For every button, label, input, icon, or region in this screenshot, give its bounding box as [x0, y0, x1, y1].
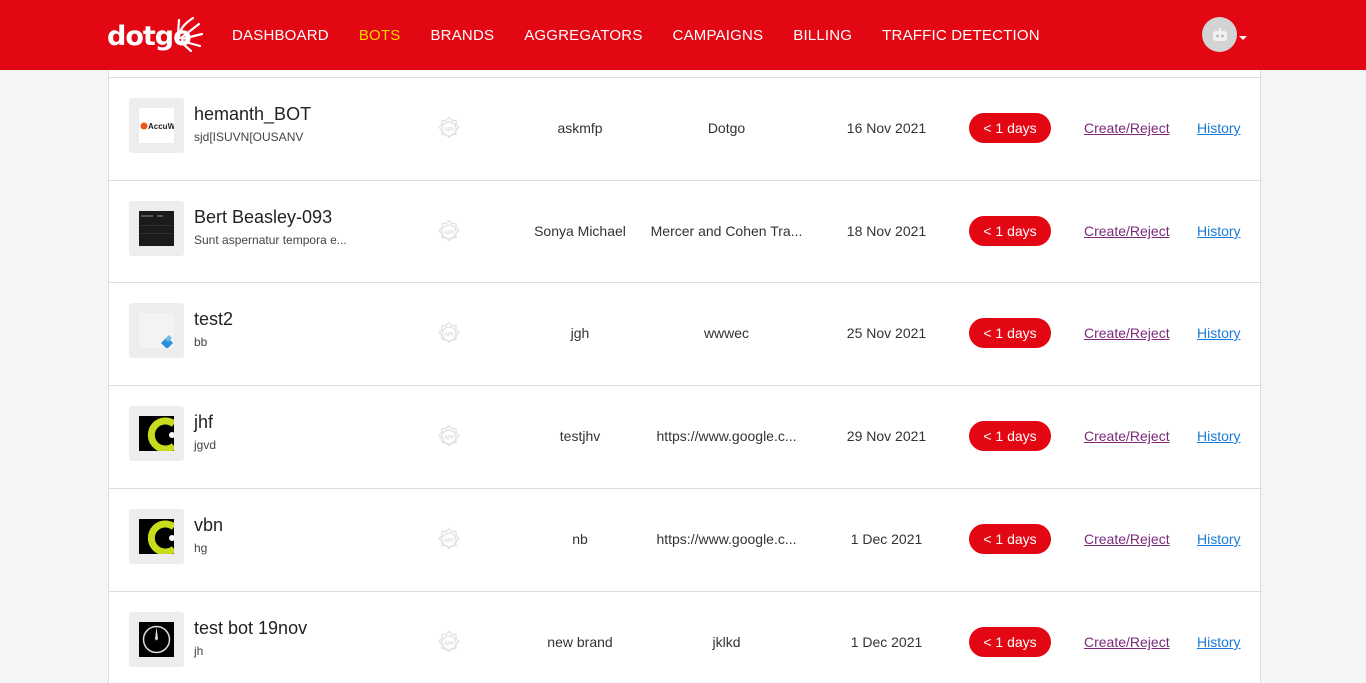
aggregator-cell: jklkd: [712, 634, 741, 650]
age-badge: < 1 days: [969, 524, 1051, 554]
date-cell: 1 Dec 2021: [850, 531, 923, 547]
api-gear-icon[interactable]: API: [434, 422, 464, 452]
bots-list: AccuW hemanth_BOT sjd[ISUVN[OUSANV API a…: [108, 70, 1262, 683]
age-badge: < 1 days: [969, 113, 1051, 143]
age-badge: < 1 days: [969, 627, 1051, 657]
svg-text:API: API: [444, 333, 454, 339]
table-row: Bert Beasley-093 Sunt aspernatur tempora…: [109, 180, 1262, 283]
table-row: vbn hg API nb https://www.google.c... 1 …: [109, 488, 1262, 591]
history-link[interactable]: History: [1197, 120, 1241, 136]
aggregator-cell: wwwec: [703, 325, 750, 341]
svg-text:API: API: [444, 128, 454, 134]
aggregator-cell: https://www.google.c...: [656, 428, 797, 444]
dark-screenshot-icon: [139, 211, 174, 246]
bot-name[interactable]: vbn: [194, 515, 223, 536]
create-reject-link[interactable]: Create/Reject: [1084, 531, 1170, 547]
user-avatar[interactable]: [1202, 17, 1237, 52]
date-cell: 18 Nov 2021: [846, 223, 927, 239]
api-gear-icon[interactable]: API: [434, 319, 464, 349]
table-row: jhf jgvd API testjhv https://www.google.…: [109, 385, 1262, 488]
bot-description: hg: [194, 541, 208, 555]
api-gear-icon[interactable]: API: [434, 525, 464, 555]
brand-cell: Sonya Michael: [534, 223, 626, 239]
brand-cell: askmfp: [557, 120, 603, 136]
create-reject-link[interactable]: Create/Reject: [1084, 223, 1170, 239]
create-reject-link[interactable]: Create/Reject: [1084, 120, 1170, 136]
bot-name[interactable]: test bot 19nov: [194, 618, 307, 639]
nav-aggregators[interactable]: AGGREGATORS: [509, 27, 657, 44]
logo-burst-icon: [176, 16, 204, 53]
date-cell: 1 Dec 2021: [850, 634, 923, 650]
table-row: test2 bb API jgh wwwec 25 Nov 2021 < 1 d…: [109, 282, 1262, 385]
nav-campaigns[interactable]: CAMPAIGNS: [658, 27, 779, 44]
bot-thumbnail: [129, 201, 184, 256]
bot-description: bb: [194, 335, 208, 349]
history-link[interactable]: History: [1197, 531, 1241, 547]
nav-bots[interactable]: BOTS: [344, 27, 416, 44]
aggregator-cell: https://www.google.c...: [656, 531, 797, 547]
bot-thumbnail: [129, 406, 184, 461]
dotgo-logo[interactable]: dotgo: [107, 14, 204, 58]
age-badge: < 1 days: [969, 216, 1051, 246]
create-reject-link[interactable]: Create/Reject: [1084, 634, 1170, 650]
svg-text:AccuW: AccuW: [148, 122, 174, 131]
bot-thumbnail: [129, 303, 184, 358]
accuweather-logo-icon: AccuW: [139, 108, 176, 143]
blue-shape-icon: [139, 313, 174, 349]
bot-description: sjd[ISUVN[OUSANV: [194, 130, 304, 144]
age-badge: < 1 days: [969, 421, 1051, 451]
table-row: AccuW hemanth_BOT sjd[ISUVN[OUSANV API a…: [109, 77, 1262, 180]
bot-description: Sunt aspernatur tempora e...: [194, 233, 347, 247]
nav-dashboard[interactable]: DASHBOARD: [217, 27, 344, 44]
bot-thumbnail: [129, 509, 184, 564]
brand-cell: nb: [572, 531, 588, 547]
svg-text:API: API: [444, 539, 454, 545]
bot-name[interactable]: hemanth_BOT: [194, 104, 311, 125]
svg-text:API: API: [444, 231, 454, 237]
history-link[interactable]: History: [1197, 325, 1241, 341]
api-gear-icon[interactable]: API: [434, 217, 464, 247]
create-reject-link[interactable]: Create/Reject: [1084, 325, 1170, 341]
age-badge: < 1 days: [969, 318, 1051, 348]
top-navbar: dotgo DASHBOARD BOTS BRANDS AGGREGATORS …: [0, 0, 1366, 70]
history-link[interactable]: History: [1197, 428, 1241, 444]
mercedes-logo-icon: [139, 622, 174, 657]
aggregator-cell: Mercer and Cohen Tra...: [650, 223, 803, 239]
brand-cell: new brand: [547, 634, 613, 650]
svg-text:API: API: [444, 642, 454, 648]
api-gear-icon[interactable]: API: [434, 628, 464, 658]
main-nav: DASHBOARD BOTS BRANDS AGGREGATORS CAMPAI…: [217, 0, 1055, 70]
nav-billing[interactable]: BILLING: [778, 27, 867, 44]
history-link[interactable]: History: [1197, 223, 1241, 239]
bot-thumbnail: AccuW: [129, 98, 184, 153]
date-cell: 25 Nov 2021: [846, 325, 927, 341]
bot-description: jgvd: [194, 438, 217, 452]
api-gear-icon[interactable]: API: [434, 114, 464, 144]
black-yellow-logo-icon: [139, 416, 177, 453]
create-reject-link[interactable]: Create/Reject: [1084, 428, 1170, 444]
bot-description: jh: [194, 644, 204, 658]
bot-name[interactable]: jhf: [194, 412, 213, 433]
date-cell: 29 Nov 2021: [846, 428, 927, 444]
brand-cell: jgh: [570, 325, 590, 341]
nav-traffic-detection[interactable]: TRAFFIC DETECTION: [867, 27, 1055, 44]
robot-icon: [1212, 27, 1227, 41]
history-link[interactable]: History: [1197, 634, 1241, 650]
brand-cell: testjhv: [559, 428, 601, 444]
bot-name[interactable]: test2: [194, 309, 233, 330]
svg-text:API: API: [444, 436, 454, 442]
bot-thumbnail: [129, 612, 184, 667]
bot-name[interactable]: Bert Beasley-093: [194, 207, 332, 228]
table-row: test bot 19nov jh API new brand jklkd 1 …: [109, 591, 1262, 683]
nav-brands[interactable]: BRANDS: [415, 27, 509, 44]
aggregator-cell: Dotgo: [707, 120, 746, 136]
date-cell: 16 Nov 2021: [846, 120, 927, 136]
black-yellow-logo-icon: [139, 519, 177, 556]
chevron-down-icon[interactable]: [1239, 36, 1247, 40]
